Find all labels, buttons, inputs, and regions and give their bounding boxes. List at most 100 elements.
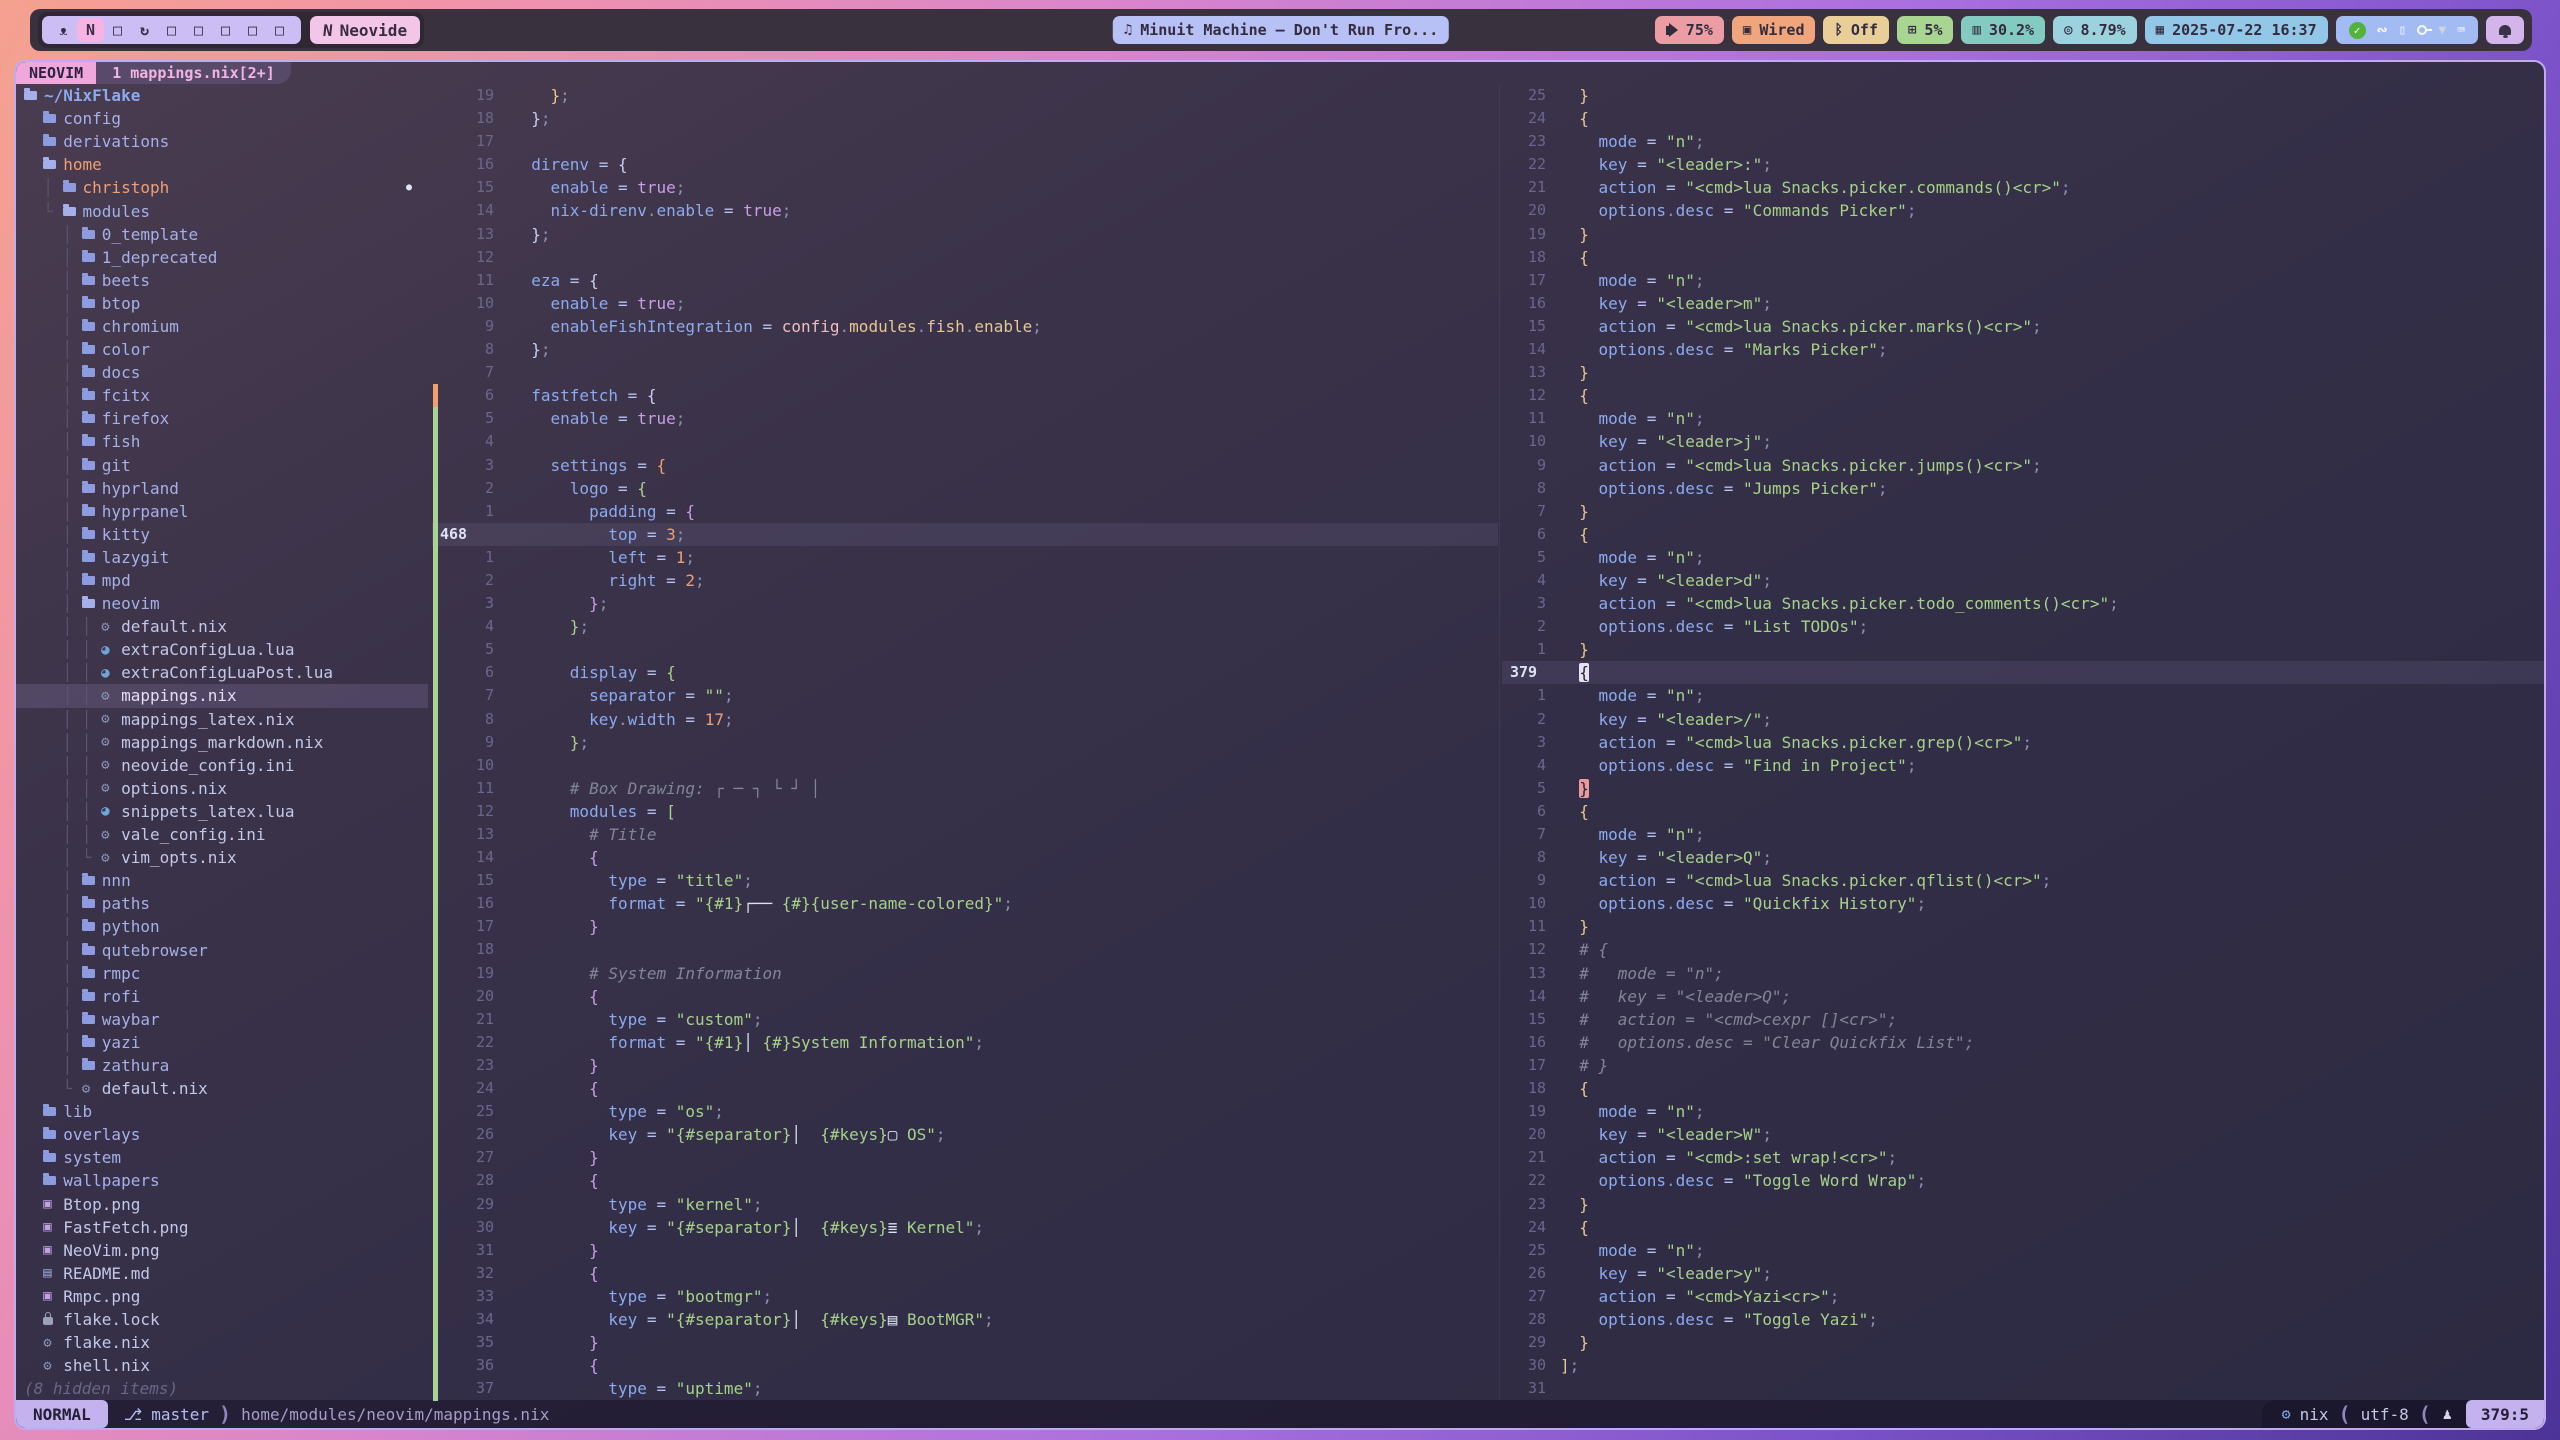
editor-pane-mappings[interactable]: 25 }24 {23 mode = "n";22 key = "<leader>… [1502, 84, 2544, 1400]
tree-item-mappings_latex.nix[interactable]: │ │ ⚙mappings_latex.nix [16, 708, 428, 731]
tree-item-lazygit[interactable]: │ lazygit [16, 546, 428, 569]
tree-item-waybar[interactable]: │ waybar [16, 1008, 428, 1031]
code-line: 379 { [1502, 661, 2544, 684]
tree-item-neovim[interactable]: │ neovim [16, 592, 428, 615]
tree-item-flake.nix[interactable]: ⚙flake.nix [16, 1331, 428, 1354]
workspace-2[interactable]: N [77, 18, 104, 42]
system-tray[interactable]: ✓∾▭▯▼⌨ [2336, 16, 2478, 44]
tree-item-extraConfigLuaPost.lua[interactable]: │ │ ◕extraConfigLuaPost.lua [16, 661, 428, 684]
code-line: 22 options.desc = "Toggle Word Wrap"; [1502, 1169, 2544, 1192]
tree-item-chromium[interactable]: │ chromium [16, 315, 428, 338]
tree-item-docs[interactable]: │ docs [16, 361, 428, 384]
tree-item-btop[interactable]: │ btop [16, 292, 428, 315]
tree-item-fish[interactable]: │ fish [16, 430, 428, 453]
workspace-6[interactable]: □ [185, 18, 212, 42]
tree-item-snippets_latex.lua[interactable]: │ │ ◕snippets_latex.lua [16, 800, 428, 823]
tree-item-derivations[interactable]: derivations [16, 130, 428, 153]
tree-item-yazi[interactable]: │ yazi [16, 1031, 428, 1054]
tree-item-extraConfigLua.lua[interactable]: │ │ ◕extraConfigLua.lua [16, 638, 428, 661]
tree-item-Btop.png[interactable]: ▣Btop.png [16, 1193, 428, 1216]
code-text: } [1560, 638, 1589, 661]
tree-item-README.md[interactable]: ▤README.md [16, 1262, 428, 1285]
tree-item-8hiddenitems[interactable]: (8 hidden items) [16, 1377, 428, 1400]
tree-item-hyprpanel[interactable]: │ hyprpanel [16, 500, 428, 523]
tree-item-label: christoph [83, 178, 170, 197]
memory-widget[interactable]: ▥30.2% [1961, 16, 2045, 44]
tray-mustache-icon[interactable]: ∾ [2377, 23, 2388, 38]
tree-item-fcitx[interactable]: │ fcitx [16, 384, 428, 407]
workspace-8[interactable]: □ [239, 18, 266, 42]
tree-item-overlays[interactable]: overlays [16, 1123, 428, 1146]
tree-item-system[interactable]: system [16, 1146, 428, 1169]
tree-item-0_template[interactable]: │ 0_template [16, 223, 428, 246]
git-branch[interactable]: ⎇ master [124, 1405, 209, 1424]
tree-item-color[interactable]: │ color [16, 338, 428, 361]
bluetooth-widget[interactable]: ᛒOff [1823, 16, 1889, 44]
tree-item-default.nix[interactable]: │ │ ⚙default.nix [16, 615, 428, 638]
tree-item-wallpapers[interactable]: wallpapers [16, 1169, 428, 1192]
tree-item-FastFetch.png[interactable]: ▣FastFetch.png [16, 1216, 428, 1239]
workspace-5[interactable]: □ [158, 18, 185, 42]
tree-item-beets[interactable]: │ beets [16, 269, 428, 292]
tree-item-mappings_markdown.nix[interactable]: │ │ ⚙mappings_markdown.nix [16, 731, 428, 754]
file-tree[interactable]: ~/NixFlake config derivations home │ chr… [16, 84, 428, 1400]
tree-item-~NixFlake[interactable]: ~/NixFlake [16, 84, 428, 107]
tree-item-christoph[interactable]: │ christoph● [16, 176, 428, 199]
line-number: 15 [1502, 315, 1546, 338]
cpu-widget[interactable]: ⊞5% [1897, 16, 1954, 44]
tree-item-zathura[interactable]: │ zathura [16, 1054, 428, 1077]
tree-item-config[interactable]: config [16, 107, 428, 130]
tree-item-git[interactable]: │ git [16, 454, 428, 477]
tree-item-nnn[interactable]: │ nnn [16, 869, 428, 892]
workspace-3[interactable]: □ [104, 18, 131, 42]
tree-item-mappings.nix[interactable]: │ │ ⚙mappings.nix [16, 684, 428, 707]
volume-widget[interactable]: 75% [1655, 16, 1724, 44]
tree-item-vim_opts.nix[interactable]: │ └ ⚙vim_opts.nix [16, 846, 428, 869]
tree-item-default.nix[interactable]: └ ⚙default.nix [16, 1077, 428, 1100]
workspace-1[interactable]: ᴥ [50, 18, 77, 42]
line-number: 18 [1502, 246, 1546, 269]
tree-item-mpd[interactable]: │ mpd [16, 569, 428, 592]
fo-file-icon [43, 114, 63, 123]
code-line: 16 # options.desc = "Clear Quickfix List… [1502, 1031, 2544, 1054]
tree-item-shell.nix[interactable]: ⚙shell.nix [16, 1354, 428, 1377]
tree-item-modules[interactable]: └ modules [16, 199, 428, 222]
tree-item-home[interactable]: home [16, 153, 428, 176]
code-line: 12 { [1502, 384, 2544, 407]
tray-vpn-icon[interactable]: ▼ [2438, 23, 2446, 38]
folder-icon [82, 345, 95, 354]
tree-item-rmpc[interactable]: │ rmpc [16, 962, 428, 985]
tree-item-lib[interactable]: lib [16, 1100, 428, 1123]
editor-pane-fastfetch[interactable]: 19 };18 };1716 direnv = {15 enable = tru… [432, 84, 1498, 1400]
md-file-icon: ▤ [43, 1265, 63, 1281]
code-line: 30]; [1502, 1354, 2544, 1377]
tree-item-firefox[interactable]: │ firefox [16, 407, 428, 430]
tray-check-icon[interactable]: ✓ [2349, 22, 2366, 39]
clock-widget[interactable]: ▦2025-07-22 16:37 [2145, 16, 2328, 44]
tray-phone-icon[interactable]: ▯ [2399, 23, 2407, 38]
tab-mappings-nix[interactable]: 1 mappings.nix[2+] [96, 62, 291, 84]
tree-item-flake.lock[interactable]: flake.lock [16, 1308, 428, 1331]
tree-item-label: hyprpanel [102, 502, 189, 521]
music-widget[interactable]: ♫ Minuit Machine – Don't Run Fro... [1113, 16, 1449, 44]
tree-item-vale_config.ini[interactable]: │ │ ⚙vale_config.ini [16, 823, 428, 846]
disk-widget[interactable]: ◎8.79% [2053, 16, 2137, 44]
tree-item-paths[interactable]: │ paths [16, 892, 428, 915]
tray-keyboard-icon[interactable]: ⌨ [2457, 23, 2465, 38]
tray-key-icon[interactable] [2417, 25, 2427, 35]
tree-item-1_deprecated[interactable]: │ 1_deprecated [16, 246, 428, 269]
tree-item-kitty[interactable]: │ kitty [16, 523, 428, 546]
tree-item-rofi[interactable]: │ rofi [16, 985, 428, 1008]
tree-item-python[interactable]: │ python [16, 915, 428, 938]
tree-item-hyprland[interactable]: │ hyprland [16, 477, 428, 500]
tree-item-NeoVim.png[interactable]: ▣NeoVim.png [16, 1239, 428, 1262]
workspace-9[interactable]: □ [266, 18, 293, 42]
tree-item-Rmpc.png[interactable]: ▣Rmpc.png [16, 1285, 428, 1308]
workspace-7[interactable]: □ [212, 18, 239, 42]
workspace-4[interactable]: ↻ [131, 18, 158, 42]
tree-item-options.nix[interactable]: │ │ ⚙options.nix [16, 777, 428, 800]
network-widget[interactable]: ▣Wired [1732, 16, 1816, 44]
tree-item-neovide_config.ini[interactable]: │ │ ⚙neovide_config.ini [16, 754, 428, 777]
tree-item-qutebrowser[interactable]: │ qutebrowser [16, 938, 428, 961]
notifications-button[interactable] [2486, 16, 2524, 44]
